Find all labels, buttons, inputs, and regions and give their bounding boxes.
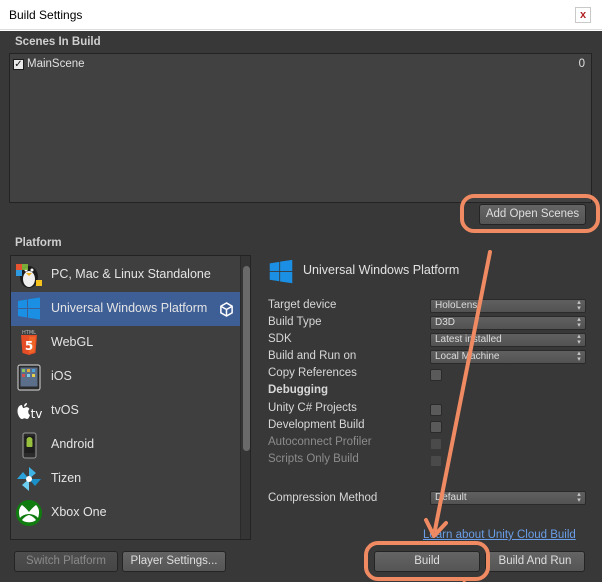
platform-label-android: Android	[51, 437, 95, 451]
autoconnect-profiler-label: Autoconnect Profiler	[268, 436, 372, 448]
sdk-dropdown[interactable]: Latest installed ▴ ▾	[430, 333, 586, 347]
platform-label-ios: iOS	[51, 369, 72, 383]
scrollbar-thumb[interactable]	[243, 266, 250, 451]
copy-references-label: Copy References	[268, 367, 357, 379]
debugging-section-label: Debugging	[268, 384, 329, 396]
platform-list[interactable]: PC, Mac & Linux Standalone Universal Win…	[10, 255, 251, 540]
scenes-list[interactable]: ✓ MainScene 0	[9, 53, 592, 203]
scene-checkbox[interactable]: ✓	[13, 59, 24, 70]
autoconnect-profiler-checkbox	[430, 438, 442, 450]
scene-name: MainScene	[27, 58, 85, 70]
annotation-ring-build	[364, 541, 490, 581]
build-and-run-on-dropdown[interactable]: Local Machine ▴ ▾	[430, 350, 586, 364]
platform-item-standalone[interactable]: PC, Mac & Linux Standalone	[11, 258, 241, 292]
build-type-label: Build Type	[268, 316, 322, 328]
platform-item-uwp[interactable]: Universal Windows Platform	[11, 292, 241, 326]
platform-item-ios[interactable]: iOS	[11, 360, 241, 394]
windows-logo-icon	[18, 297, 40, 320]
target-device-value: HoloLens	[435, 300, 478, 311]
unity-csharp-projects-label: Unity C# Projects	[268, 402, 357, 414]
platform-label-standalone: PC, Mac & Linux Standalone	[51, 267, 211, 281]
tizen-pinwheel-icon	[17, 467, 41, 491]
scenes-in-build-header: Scenes In Build	[15, 36, 101, 48]
platform-item-android[interactable]: Android	[11, 428, 241, 462]
dropdown-arrows-icon: ▴ ▾	[577, 316, 581, 329]
build-type-dropdown[interactable]: D3D ▴ ▾	[430, 316, 586, 330]
scene-row[interactable]: ✓ MainScene 0	[13, 57, 585, 73]
compression-method-label: Compression Method	[268, 492, 378, 504]
platform-list-scrollbar[interactable]	[240, 256, 250, 539]
platform-detail-title: Universal Windows Platform	[303, 263, 460, 277]
build-settings-window: Scenes In Build ✓ MainScene 0 Add Open S…	[0, 31, 602, 582]
windows-logo-icon	[269, 259, 293, 284]
development-build-checkbox[interactable]	[430, 421, 442, 433]
dropdown-arrows-icon: ▴ ▾	[577, 491, 581, 504]
build-and-run-on-value: Local Machine	[435, 351, 500, 362]
svg-text:tv: tv	[31, 407, 43, 421]
sdk-label: SDK	[268, 333, 292, 345]
platform-label-uwp: Universal Windows Platform	[51, 301, 208, 315]
ipad-icon	[17, 364, 41, 391]
build-type-value: D3D	[435, 317, 456, 328]
platform-item-webgl[interactable]: HTML 5 WebGL	[11, 326, 241, 360]
dropdown-arrows-icon: ▴ ▾	[577, 333, 581, 346]
copy-references-checkbox[interactable]	[430, 369, 442, 381]
standalone-penguin-icon	[16, 264, 42, 288]
development-build-label: Development Build	[268, 419, 365, 431]
window-title: Build Settings	[9, 8, 83, 22]
unity-csharp-projects-checkbox[interactable]	[430, 404, 442, 416]
svg-text:5: 5	[25, 339, 33, 353]
platform-label-tvos: tvOS	[51, 403, 79, 417]
build-and-run-on-label: Build and Run on	[268, 350, 357, 362]
annotation-ring-add-open-scenes	[460, 194, 600, 233]
dropdown-arrows-icon: ▴ ▾	[577, 350, 581, 363]
title-bar: Build Settings x	[0, 0, 602, 30]
compression-method-value: Default	[435, 492, 467, 503]
build-and-run-button[interactable]: Build And Run	[485, 551, 585, 572]
platform-item-xbox-one[interactable]: Xbox One	[11, 496, 241, 530]
scripts-only-build-checkbox	[430, 455, 442, 467]
compression-method-dropdown[interactable]: Default ▴ ▾	[430, 491, 586, 505]
scripts-only-build-label: Scripts Only Build	[268, 453, 359, 465]
dropdown-arrows-icon: ▴ ▾	[577, 299, 581, 312]
platform-header: Platform	[15, 237, 62, 249]
android-phone-icon	[22, 432, 37, 459]
platform-label-xbox-one: Xbox One	[51, 505, 107, 519]
unity-active-platform-icon	[220, 302, 233, 317]
target-device-label: Target device	[268, 299, 337, 311]
platform-label-webgl: WebGL	[51, 335, 94, 349]
apple-tv-icon: tv	[17, 403, 43, 421]
scene-index: 0	[578, 58, 585, 70]
sdk-value: Latest installed	[435, 334, 502, 345]
switch-platform-button[interactable]: Switch Platform	[14, 551, 118, 572]
unity-cloud-build-link[interactable]: Learn about Unity Cloud Build	[423, 529, 576, 541]
close-button[interactable]: x	[575, 7, 591, 23]
xbox-icon	[16, 500, 42, 526]
target-device-dropdown[interactable]: HoloLens ▴ ▾	[430, 299, 586, 313]
platform-label-tizen: Tizen	[51, 471, 82, 485]
platform-item-tvos[interactable]: tv tvOS	[11, 394, 241, 428]
html5-icon: HTML 5	[21, 330, 37, 355]
player-settings-button[interactable]: Player Settings...	[122, 551, 226, 572]
platform-item-tizen[interactable]: Tizen	[11, 462, 241, 496]
